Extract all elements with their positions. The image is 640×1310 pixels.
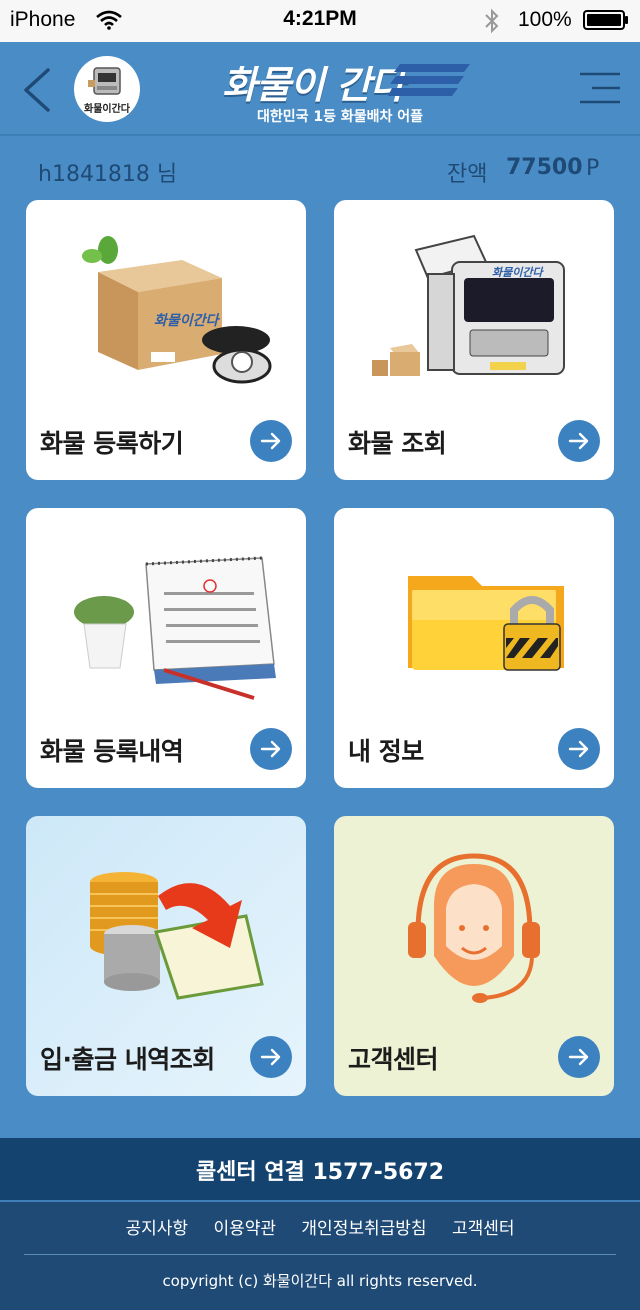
arrow-right-button[interactable] bbox=[558, 420, 600, 462]
footer-links: 공지사항 이용약관 개인정보취급방침 고객센터 bbox=[0, 1214, 640, 1244]
footer-divider bbox=[24, 1254, 616, 1255]
coins-icon bbox=[90, 872, 264, 1000]
call-center-button[interactable]: 콜센터 연결 1577-5672 bbox=[0, 1138, 640, 1202]
card-label: 화물 등록내역 bbox=[40, 737, 184, 766]
app-logo: 화물이 간다 대한민국 1등 화물배차 어플 bbox=[200, 52, 480, 132]
footer: 콜센터 연결 1577-5672 공지사항 이용약관 개인정보취급방침 고객센터… bbox=[0, 1138, 640, 1310]
menu-card-transaction-history[interactable]: 입·출금 내역조회 bbox=[26, 816, 306, 1096]
copyright: copyright (c) 화물이간다 all rights reserved. bbox=[162, 1272, 478, 1290]
support-agent-icon bbox=[408, 853, 540, 1003]
card-label: 내 정보 bbox=[348, 737, 424, 766]
balance-value: 77500 bbox=[506, 155, 583, 180]
bluetooth-icon bbox=[485, 8, 499, 34]
menu-card-cargo-history[interactable]: 화물 등록내역 bbox=[26, 508, 306, 788]
hamburger-menu-icon[interactable] bbox=[578, 70, 622, 106]
locked-folder-icon bbox=[408, 576, 564, 671]
app-header: 화물이간다 화물이 간다 대한민국 1등 화물배차 어플 bbox=[0, 42, 640, 136]
svg-text:화물이간다: 화물이간다 bbox=[492, 266, 544, 279]
arrow-right-button[interactable] bbox=[250, 1036, 292, 1078]
status-bar: iPhone 4:21PM 100% bbox=[0, 0, 640, 42]
footer-link-support[interactable]: 고객센터 bbox=[452, 1214, 515, 1239]
arrow-right-button[interactable] bbox=[250, 420, 292, 462]
avatar[interactable]: 화물이간다 bbox=[74, 56, 140, 122]
menu-card-search-cargo[interactable]: 화물이간다 화물 조회 bbox=[334, 200, 614, 480]
arrow-right-icon bbox=[568, 740, 589, 758]
arrow-right-button[interactable] bbox=[558, 1036, 600, 1078]
arrow-right-icon bbox=[260, 1048, 281, 1066]
card-label: 화물 등록하기 bbox=[40, 429, 184, 458]
calendar-icon bbox=[74, 556, 276, 700]
user-id: h1841818 님 bbox=[38, 162, 178, 187]
arrow-right-icon bbox=[260, 432, 281, 450]
truck-icon: 화물이간다 bbox=[372, 234, 565, 376]
card-label: 입·출금 내역조회 bbox=[40, 1045, 215, 1074]
avatar-text: 화물이간다 bbox=[84, 104, 130, 115]
logo-title: 화물이 간다 bbox=[222, 63, 405, 107]
menu-card-customer-center[interactable]: 고객센터 bbox=[334, 816, 614, 1096]
back-button[interactable] bbox=[18, 64, 58, 116]
balance-label: 잔액 bbox=[447, 162, 488, 187]
arrow-right-icon bbox=[568, 432, 589, 450]
call-center-label: 콜센터 연결 1577-5672 bbox=[195, 1160, 445, 1185]
cargo-box-phone-icon: 화물이간다 bbox=[82, 236, 272, 384]
user-info: h1841818 님 잔액 77500 P bbox=[0, 150, 640, 190]
battery-percent: 100% bbox=[518, 8, 572, 31]
battery-icon bbox=[583, 10, 628, 30]
balance-unit: P bbox=[586, 156, 600, 181]
footer-link-terms[interactable]: 이용약관 bbox=[213, 1214, 276, 1239]
logo-stripes bbox=[388, 64, 470, 96]
menu-card-my-info[interactable]: 내 정보 bbox=[334, 508, 614, 788]
logo-subtitle: 대한민국 1등 화물배차 어플 bbox=[256, 109, 424, 125]
arrow-right-icon bbox=[568, 1048, 589, 1066]
arrow-right-button[interactable] bbox=[558, 728, 600, 770]
card-label: 고객센터 bbox=[348, 1045, 439, 1074]
menu-card-register-cargo[interactable]: 화물이간다 화물 등록하기 bbox=[26, 200, 306, 480]
arrow-right-icon bbox=[260, 740, 281, 758]
svg-text:화물이간다: 화물이간다 bbox=[154, 313, 221, 329]
footer-link-notice[interactable]: 공지사항 bbox=[125, 1214, 188, 1239]
arrow-right-button[interactable] bbox=[250, 728, 292, 770]
card-label: 화물 조회 bbox=[348, 429, 447, 458]
footer-link-privacy[interactable]: 개인정보취급방침 bbox=[301, 1214, 426, 1239]
